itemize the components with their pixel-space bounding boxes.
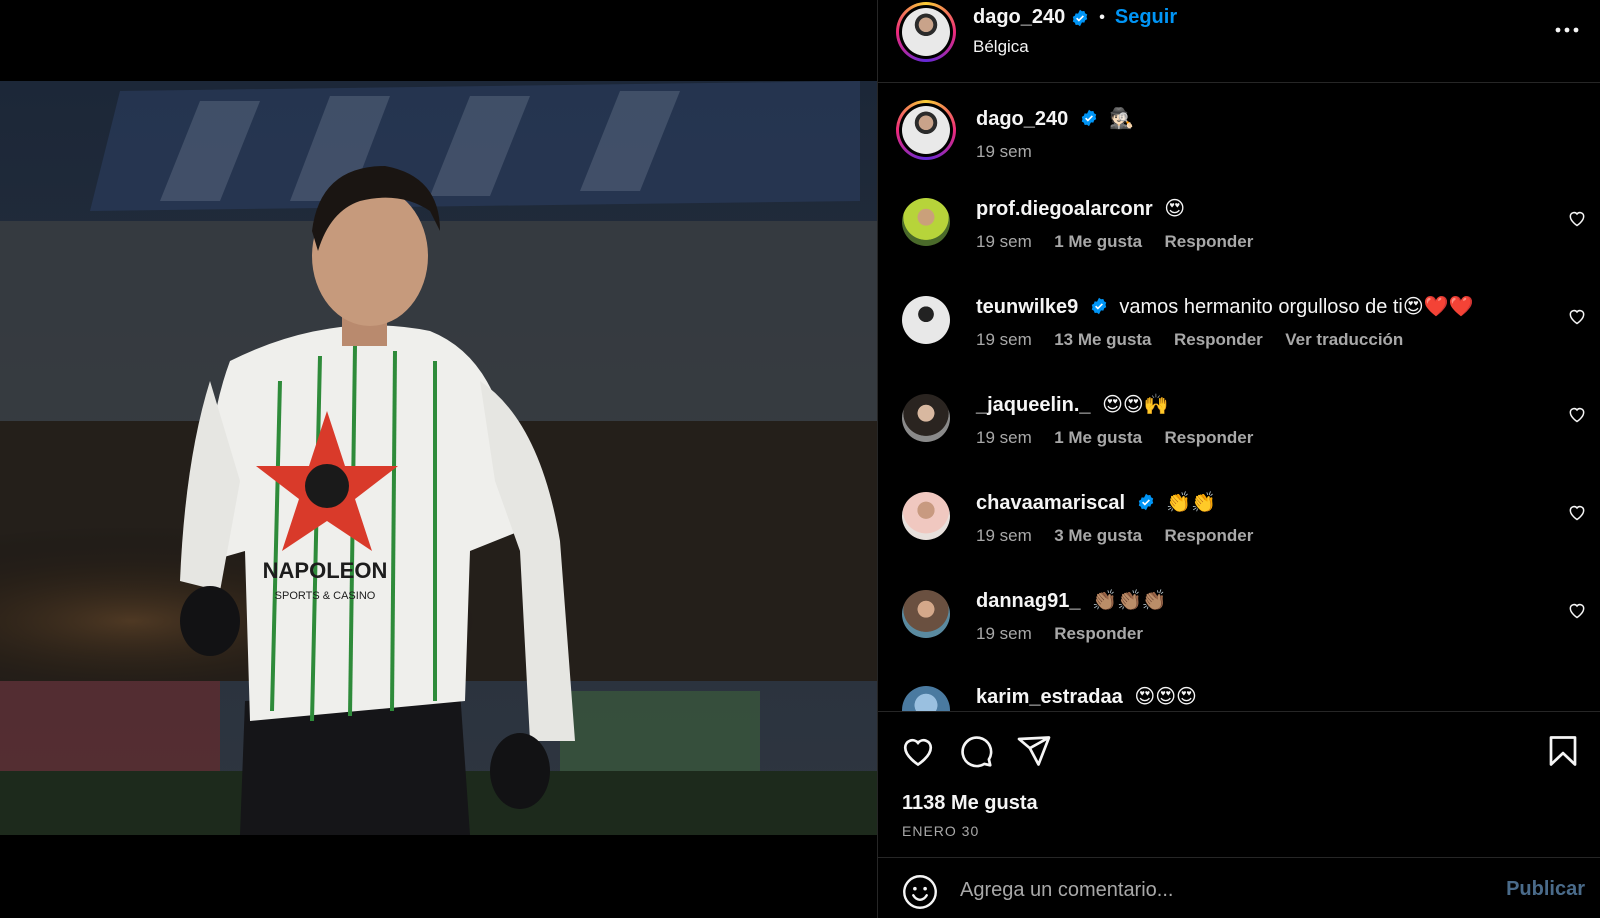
more-icon[interactable]	[1553, 20, 1581, 40]
post-date: ENERO 30	[902, 823, 980, 839]
comment-item: chavaamariscal 👏👏 19 sem 3 Me gusta Resp…	[878, 490, 1600, 570]
heart-icon[interactable]	[1567, 208, 1587, 228]
author-username[interactable]: dago_240	[973, 6, 1065, 29]
post-details-panel: dago_240 • Seguir Bélgica dago_240 🕵🏻 19…	[877, 0, 1600, 918]
heart-icon[interactable]	[1567, 404, 1587, 424]
comment-item: karim_estradaa 😍😍😍	[878, 684, 1600, 711]
heart-icon[interactable]	[1567, 502, 1587, 522]
comment-avatar[interactable]	[902, 686, 950, 711]
comment-username[interactable]: teunwilke9	[976, 296, 1078, 318]
caption-time[interactable]: 19 sem	[976, 142, 1032, 161]
comment-username[interactable]: chavaamariscal	[976, 492, 1125, 514]
caption-avatar[interactable]	[896, 100, 956, 160]
comment-likes[interactable]: 1 Me gusta	[1054, 232, 1142, 251]
post-media-pane: NAPOLEON SPORTS & CASINO	[0, 0, 877, 918]
publish-button[interactable]: Publicar	[1506, 878, 1585, 901]
comment-time[interactable]: 19 sem	[976, 624, 1032, 643]
reply-button[interactable]: Responder	[1054, 624, 1143, 643]
comment-username[interactable]: prof.diegoalarconr	[976, 198, 1153, 220]
verified-icon	[1091, 297, 1107, 315]
heart-icon[interactable]	[1567, 306, 1587, 326]
comment-item: prof.diegoalarconr 😍 19 sem 1 Me gusta R…	[878, 196, 1600, 276]
author-line: dago_240 • Seguir	[973, 6, 1177, 29]
separator-dot: •	[1099, 8, 1105, 26]
comment-username[interactable]: karim_estradaa	[976, 686, 1123, 708]
reply-button[interactable]: Responder	[1165, 526, 1254, 545]
comment-text: 😍	[1164, 198, 1186, 220]
like-count[interactable]: 1138 Me gusta	[902, 792, 1038, 815]
comment-avatar[interactable]	[902, 492, 950, 540]
heart-icon[interactable]	[900, 733, 936, 769]
comment-icon[interactable]	[958, 733, 994, 769]
comment-time[interactable]: 19 sem	[976, 232, 1032, 251]
comment-likes[interactable]: 3 Me gusta	[1054, 526, 1142, 545]
bookmark-icon[interactable]	[1545, 733, 1581, 769]
comment-item: teunwilke9 vamos hermanito orgulloso de …	[878, 294, 1600, 374]
jersey-sponsor-sub: SPORTS & CASINO	[275, 590, 376, 602]
verified-icon	[1081, 109, 1097, 127]
post-photo[interactable]: NAPOLEON SPORTS & CASINO	[0, 81, 877, 835]
translate-button[interactable]: Ver traducción	[1285, 330, 1403, 349]
comment-time[interactable]: 19 sem	[976, 428, 1032, 447]
comment-text: 👏🏽👏🏽👏🏽	[1092, 590, 1167, 612]
caption-text: 🕵🏻	[1109, 108, 1135, 130]
comment-username[interactable]: _jaqueelin._	[976, 394, 1091, 416]
player-photo-illustration: NAPOLEON SPORTS & CASINO	[0, 81, 877, 835]
follow-button[interactable]: Seguir	[1115, 6, 1177, 29]
comment-username[interactable]: dannag91_	[976, 590, 1080, 612]
comment-time[interactable]: 19 sem	[976, 330, 1032, 349]
comment-composer: Publicar	[878, 858, 1600, 918]
comment-input[interactable]	[960, 872, 1460, 908]
emoji-icon[interactable]	[902, 874, 938, 910]
reply-button[interactable]: Responder	[1174, 330, 1263, 349]
comment-avatar[interactable]	[902, 590, 950, 638]
verified-icon	[1138, 493, 1153, 511]
comment-item: dannag91_ 👏🏽👏🏽👏🏽 19 sem Responder	[878, 588, 1600, 668]
reply-button[interactable]: Responder	[1165, 232, 1254, 251]
comment-item: _jaqueelin._ 😍😍🙌 19 sem 1 Me gusta Respo…	[878, 392, 1600, 472]
share-icon[interactable]	[1016, 733, 1052, 769]
comment-avatar[interactable]	[902, 296, 950, 344]
heart-icon[interactable]	[1567, 600, 1587, 620]
reply-button[interactable]: Responder	[1165, 428, 1254, 447]
post-actions: 1138 Me gusta ENERO 30	[878, 711, 1600, 858]
comment-likes[interactable]: 13 Me gusta	[1054, 330, 1151, 349]
post-caption: dago_240 🕵🏻 19 sem	[878, 100, 1600, 180]
author-avatar[interactable]	[896, 2, 956, 62]
comment-text: 👏👏	[1166, 492, 1216, 514]
comment-text: 😍😍🙌	[1102, 394, 1169, 416]
comment-text: vamos hermanito orgulloso de ti😍❤️❤️	[1119, 296, 1474, 318]
post-header: dago_240 • Seguir Bélgica	[878, 0, 1600, 83]
comment-text: 😍😍😍	[1134, 686, 1197, 708]
verified-icon	[1073, 9, 1088, 26]
comment-time[interactable]: 19 sem	[976, 526, 1032, 545]
post-location[interactable]: Bélgica	[973, 37, 1029, 57]
comment-avatar[interactable]	[902, 394, 950, 442]
jersey-sponsor: NAPOLEON	[263, 558, 388, 583]
caption-username[interactable]: dago_240	[976, 108, 1068, 130]
comment-likes[interactable]: 1 Me gusta	[1054, 428, 1142, 447]
comments-list[interactable]: dago_240 🕵🏻 19 sem prof.diegoalarconr 😍 …	[878, 84, 1600, 711]
comment-avatar[interactable]	[902, 198, 950, 246]
